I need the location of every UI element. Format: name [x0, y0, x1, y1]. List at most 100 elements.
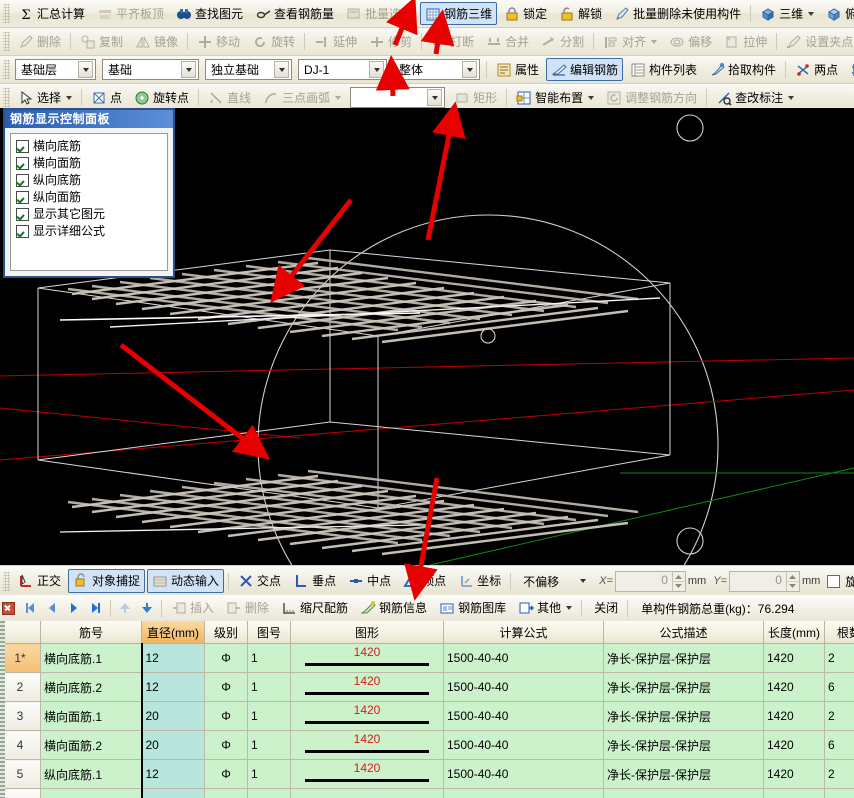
chevron-down-icon[interactable]: [78, 61, 93, 78]
cell-count[interactable]: 6: [824, 730, 854, 760]
cell-row-number[interactable]: 3: [0, 701, 41, 731]
checkbox-checked-icon[interactable]: [16, 173, 29, 187]
cell-row-number[interactable]: 1*: [0, 643, 41, 673]
chevron-down-icon[interactable]: [788, 95, 795, 100]
table-row[interactable]: 1* 横向底筋.1 12 Φ 1 1420 1500-40-40 净长-保护层-保护层 1420…: [0, 643, 854, 673]
snap-toggle-dynamic-input[interactable]: 动态输入: [147, 569, 225, 593]
cell-grade[interactable]: Φ: [204, 701, 248, 731]
prop-properties[interactable]: 属性: [491, 58, 544, 81]
cell-grade[interactable]: Φ: [204, 759, 248, 789]
cell-formula[interactable]: 1500-40-40: [443, 701, 604, 731]
cell-shape-number[interactable]: 1: [247, 672, 291, 702]
cell-grade[interactable]: Φ: [204, 672, 248, 702]
combo-component-name[interactable]: DJ-1: [298, 59, 387, 80]
checkbox-checked-icon[interactable]: [16, 156, 29, 170]
cell-length[interactable]: 1420: [763, 759, 825, 789]
table-header-len[interactable]: 长度(mm): [763, 621, 825, 644]
cell-row-number[interactable]: 5: [0, 759, 41, 789]
cell-rebar-name[interactable]: 横向面筋.2: [40, 730, 142, 760]
cell-shape-graphic[interactable]: 1420: [290, 759, 444, 789]
cell-length[interactable]: 1420: [763, 730, 825, 760]
chevron-down-icon[interactable]: [576, 574, 589, 589]
checkbox-checked-icon[interactable]: [16, 224, 29, 238]
last-record[interactable]: [85, 598, 107, 618]
table-header-tuhao[interactable]: 图号: [247, 621, 291, 644]
snap-intersection[interactable]: 交点: [233, 569, 286, 593]
panel-checkbox-row[interactable]: 横向底筋: [16, 138, 167, 154]
prop-pick-component[interactable]: 拾取构件: [704, 58, 781, 81]
cell-shape-number[interactable]: 1: [247, 643, 291, 673]
snap-toggle-object-snap[interactable]: 对象捕捉: [68, 569, 146, 593]
cell-diameter[interactable]: 12: [140, 643, 205, 673]
main-top-view[interactable]: 俯视: [821, 2, 854, 25]
snap-midpoint[interactable]: 中点: [343, 569, 396, 593]
cell-formula[interactable]: 1500-40-40: [443, 672, 604, 702]
chevron-down-icon[interactable]: [566, 606, 573, 610]
offset-mode-combo[interactable]: 不偏移: [517, 571, 592, 592]
cell-formula-description[interactable]: 净长-保护层-保护层: [603, 701, 764, 731]
toolbar-grip[interactable]: [3, 571, 10, 591]
chevron-down-icon[interactable]: [462, 61, 477, 78]
table-header-count[interactable]: 根数: [824, 621, 854, 644]
cell-formula-description[interactable]: 净长-保护层-保护层: [603, 759, 764, 789]
cell-rebar-name[interactable]: 横向面筋.1: [40, 701, 142, 731]
cell-formula-description[interactable]: 净长-保护层-保护层: [603, 730, 764, 760]
cell-formula-description[interactable]: 净长-保护层-保护层: [603, 672, 764, 702]
table-header-name[interactable]: 筋号: [40, 621, 142, 644]
main-batch-delete[interactable]: 批量删除未使用构件: [609, 2, 746, 25]
snap-toggle-ortho[interactable]: 正交: [13, 569, 66, 593]
cell-length[interactable]: 1420: [763, 701, 825, 731]
cell-shape-graphic[interactable]: 1420: [290, 701, 444, 731]
chevron-down-icon[interactable]: [651, 39, 658, 44]
toolbar-grip[interactable]: [3, 88, 10, 107]
table-header-grade[interactable]: 级别: [204, 621, 248, 644]
table-row[interactable]: 5 纵向底筋.1 12 Φ 1 1420 1500-40-40 净长-保护层-保护层 1420 2: [0, 759, 854, 789]
cell-shape-graphic[interactable]: 1420: [290, 643, 444, 673]
cell-formula[interactable]: 1500-40-40: [443, 759, 604, 789]
table-header-formula[interactable]: 计算公式: [443, 621, 604, 644]
close-icon[interactable]: [2, 601, 15, 615]
snap-coordinate[interactable]: 坐标: [453, 569, 506, 593]
main-binoculars[interactable]: 查找图元: [171, 2, 248, 25]
rebar-display-control-panel[interactable]: 钢筋显示控制面板 横向底筋 横向面筋 纵向底筋 纵向面筋 显示其它图元 显示详细公式: [3, 108, 175, 278]
cell-shape-graphic[interactable]: 1420: [290, 730, 444, 760]
draw-empty-combo[interactable]: [350, 87, 446, 108]
table-row[interactable]: 3 横向面筋.1 20 Φ 1 1420 1500-40-40 净长-保护层-保护层 1420 2: [0, 701, 854, 731]
chevron-down-icon[interactable]: [808, 11, 815, 16]
prev-record[interactable]: [41, 598, 63, 618]
cell-shape-number[interactable]: 1: [247, 759, 291, 789]
spinner-down-icon[interactable]: [787, 582, 799, 591]
checkbox-checked-icon[interactable]: [16, 139, 29, 153]
checkbox-checked-icon[interactable]: [16, 190, 29, 204]
table-header-desc[interactable]: 公式描述: [603, 621, 764, 644]
cell-length[interactable]: 1420: [763, 643, 825, 673]
toolbar-grip[interactable]: [3, 4, 10, 23]
spinner-down-icon[interactable]: [673, 582, 685, 591]
cell-row-number[interactable]: 4: [0, 730, 41, 760]
main-lock[interactable]: 锁定: [499, 2, 552, 25]
chevron-down-icon[interactable]: [66, 95, 73, 100]
cell-grade[interactable]: Φ: [204, 643, 248, 673]
chevron-down-icon[interactable]: [335, 95, 342, 100]
cell-diameter[interactable]: 12: [140, 672, 205, 702]
prop-parallel[interactable]: 平行: [845, 58, 854, 81]
combo-component-type[interactable]: 独立基础: [205, 59, 292, 80]
rebaredit-rebar-info[interactable]: 钢筋信息: [355, 597, 432, 620]
table-header-rn[interactable]: [0, 621, 41, 644]
draw-rotate-point[interactable]: 旋转点: [129, 86, 194, 109]
panel-checkbox-row[interactable]: 纵向底筋: [16, 172, 167, 188]
next-record[interactable]: [63, 598, 85, 618]
chevron-down-icon[interactable]: [588, 95, 595, 100]
cell-diameter[interactable]: 12: [140, 759, 205, 789]
prop-edit-rebar[interactable]: 编辑钢筋: [546, 58, 624, 81]
cell-formula-description[interactable]: 净长-保护层-保护层: [603, 643, 764, 673]
prop-component-list[interactable]: 构件列表: [625, 58, 702, 81]
chevron-down-icon[interactable]: [369, 61, 384, 78]
rebar-table[interactable]: 筋号直径(mm)级别图号图形计算公式公式描述长度(mm)根数 1*横向底筋.11…: [0, 621, 854, 798]
combo-category[interactable]: 基础: [102, 59, 199, 80]
move-down[interactable]: [136, 598, 158, 618]
rebaredit-item[interactable]: 关闭: [586, 597, 623, 620]
panel-checkbox-row[interactable]: 显示详细公式: [16, 223, 167, 239]
rotate-checkbox[interactable]: [827, 574, 841, 588]
cell-shape-graphic[interactable]: 1420: [290, 672, 444, 702]
